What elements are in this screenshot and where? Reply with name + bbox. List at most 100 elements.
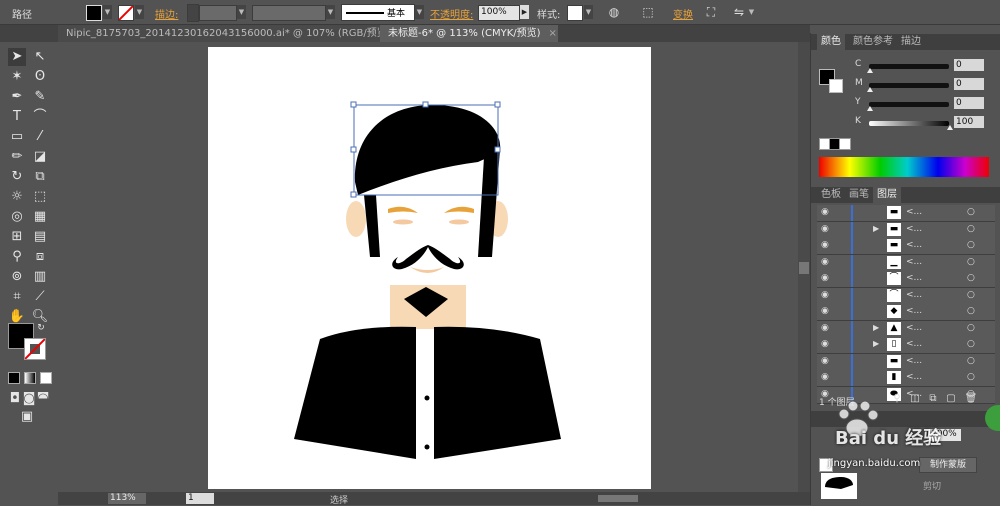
shape-builder-tool-icon[interactable]: ◎ [8,208,26,226]
pencil-tool-icon[interactable]: ✏ [8,148,26,166]
flip-icon[interactable]: ⇋ [731,4,747,20]
layer-name[interactable]: <... [906,240,922,250]
graphic-style-dropdown[interactable]: ▼ [584,5,593,19]
arc-tool-icon[interactable]: ⌒ [31,108,49,126]
canvas-vertical-scrollbar[interactable] [798,42,810,492]
tab-stroke[interactable]: 描边 [897,34,925,50]
target-circle-icon[interactable]: ○ [967,224,975,234]
target-circle-icon[interactable]: ○ [967,306,975,316]
channel-slider[interactable] [869,102,949,107]
layer-name[interactable]: <... [906,339,922,349]
target-circle-icon[interactable]: ○ [967,323,975,333]
layer-name[interactable]: <... [906,290,922,300]
selection-handle[interactable] [350,146,357,153]
direct-selection-tool-icon[interactable]: ↖ [31,48,49,66]
channel-value-input[interactable]: 0 [954,97,984,109]
stroke-label[interactable]: 描边: [155,6,178,21]
stroke-swatch[interactable] [118,5,134,21]
delete-layer-icon[interactable]: 🗑︎ [963,391,979,407]
layer-row[interactable]: ◉ ▬ <... ○ [817,238,995,255]
draw-inside-icon[interactable]: ◚ [34,390,52,408]
artboard-tool-icon[interactable]: ⌗ [8,288,26,306]
channel-value-input[interactable]: 0 [954,78,984,90]
stroke-weight-stepper[interactable] [187,4,199,22]
layer-row[interactable]: ◉ ▶ ▯ <... ○ [817,337,995,354]
layer-row[interactable]: ◉ ⌒ <... ○ [817,287,995,305]
rotate-tool-icon[interactable]: ↻ [8,168,26,186]
new-layer-icon[interactable]: ▢ [943,391,959,407]
visibility-eye-icon[interactable]: ◉ [821,306,831,316]
slice-tool-icon[interactable]: ⟋ [31,288,49,306]
selection-handle[interactable] [494,101,501,108]
blend-tool-icon[interactable]: ⧈ [31,248,49,266]
visibility-eye-icon[interactable]: ◉ [821,273,831,283]
gradient-mode-button[interactable] [24,372,36,384]
target-circle-icon[interactable]: ○ [967,356,975,366]
channel-slider-knob[interactable] [867,106,873,111]
variable-width-dropdown[interactable]: ▼ [326,5,335,19]
expand-arrow-icon[interactable]: ▶ [873,224,879,233]
expand-arrow-icon[interactable]: ▶ [873,339,879,348]
curvature-tool-icon[interactable]: ✎ [31,88,49,106]
paintbrush-tool-icon[interactable]: ⁄ [31,128,49,146]
selection-handle[interactable] [494,146,501,153]
target-circle-icon[interactable]: ○ [967,207,975,217]
scale-tool-icon[interactable]: ⧉ [31,168,49,186]
opacity-dropdown[interactable]: ▶ [520,5,529,19]
symbol-sprayer-tool-icon[interactable]: ⊚ [8,268,26,286]
brush-dropdown[interactable]: ▼ [415,5,424,19]
channel-slider[interactable] [869,121,949,126]
artboard-number-field[interactable]: 1 [186,493,214,504]
isolate-icon[interactable]: ⛶ [703,4,719,20]
layer-name[interactable]: <... [906,372,922,382]
type-tool-icon[interactable]: T [8,108,26,126]
tab-color-guide[interactable]: 颜色参考 [849,34,897,50]
tab-swatches[interactable]: 色板 [817,187,845,203]
visibility-eye-icon[interactable]: ◉ [821,323,831,333]
channel-value-input[interactable]: 100 [954,116,984,128]
layer-row[interactable]: ◉ ◆ <... ○ [817,304,995,321]
stroke-dropdown[interactable]: ▼ [135,5,144,19]
channel-value-input[interactable]: 0 [954,59,984,71]
layer-row[interactable]: ◉ ▶ ▬ <... ○ [817,221,995,239]
stroke-weight-dropdown[interactable]: ▼ [237,5,246,19]
layer-name[interactable]: <... [906,306,922,316]
channel-slider[interactable] [869,83,949,88]
stroke-color-box[interactable] [24,338,46,360]
visibility-eye-icon[interactable]: ◉ [821,372,831,382]
opacity-label[interactable]: 不透明度: [430,6,473,21]
horizontal-scroll-thumb[interactable] [598,495,638,502]
align-selection-icon[interactable]: ⬚ [640,4,656,20]
visibility-eye-icon[interactable]: ◉ [821,240,831,250]
close-icon[interactable]: × [549,28,557,39]
visibility-eye-icon[interactable]: ◉ [821,290,831,300]
channel-slider-knob[interactable] [867,87,873,92]
target-circle-icon[interactable]: ○ [967,339,975,349]
layer-name[interactable]: <... [906,207,922,217]
scrollbar-thumb[interactable] [799,262,809,274]
none-mode-button[interactable] [40,372,52,384]
layer-row[interactable]: ◉ ▁ <... ○ [817,254,995,272]
rectangle-tool-icon[interactable]: ▭ [8,128,26,146]
visibility-eye-icon[interactable]: ◉ [821,224,831,234]
recolor-artwork-icon[interactable]: ◍ [606,4,622,20]
clip-checkbox-label[interactable]: 剪切 [923,479,941,492]
graphic-style-swatch[interactable] [567,5,583,21]
layer-row[interactable]: ◉ ▬ <... ○ [817,205,995,222]
layer-name[interactable]: <... [906,257,922,267]
opacity-input[interactable]: 100% [478,5,520,21]
selection-handle[interactable] [422,101,429,108]
target-circle-icon[interactable]: ○ [967,257,975,267]
color-mode-button[interactable] [8,372,20,384]
gradient-tool-icon[interactable]: ▤ [31,228,49,246]
channel-slider-knob[interactable] [867,68,873,73]
swap-fill-stroke-icon[interactable]: ↻ [36,323,46,333]
flip-dropdown[interactable]: ▼ [747,5,756,19]
visibility-eye-icon[interactable]: ◉ [821,257,831,267]
visibility-eye-icon[interactable]: ◉ [821,207,831,217]
target-circle-icon[interactable]: ○ [967,273,975,283]
warp-tool-icon[interactable]: ☼ [8,188,26,206]
layer-name[interactable]: <... [906,273,922,283]
selection-handle[interactable] [350,191,357,198]
selection-handle[interactable] [350,101,357,108]
